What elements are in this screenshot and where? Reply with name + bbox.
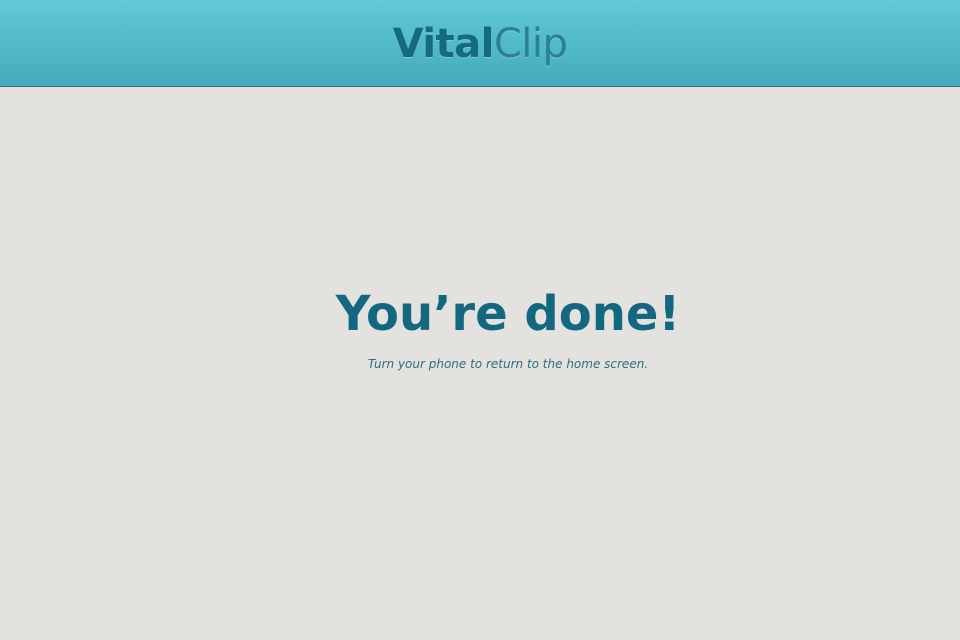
main-content: You’re done! Turn your phone to return t… [0, 87, 960, 640]
completion-headline: You’re done! [335, 286, 681, 342]
logo-text-bold: Vital [392, 21, 495, 67]
instruction-text: Turn your phone to return to the home sc… [367, 357, 649, 371]
app-header: VitalClip [0, 0, 960, 87]
vitalclip-logo: VitalClip [393, 24, 568, 64]
logo-text-light: Clip [493, 21, 568, 67]
